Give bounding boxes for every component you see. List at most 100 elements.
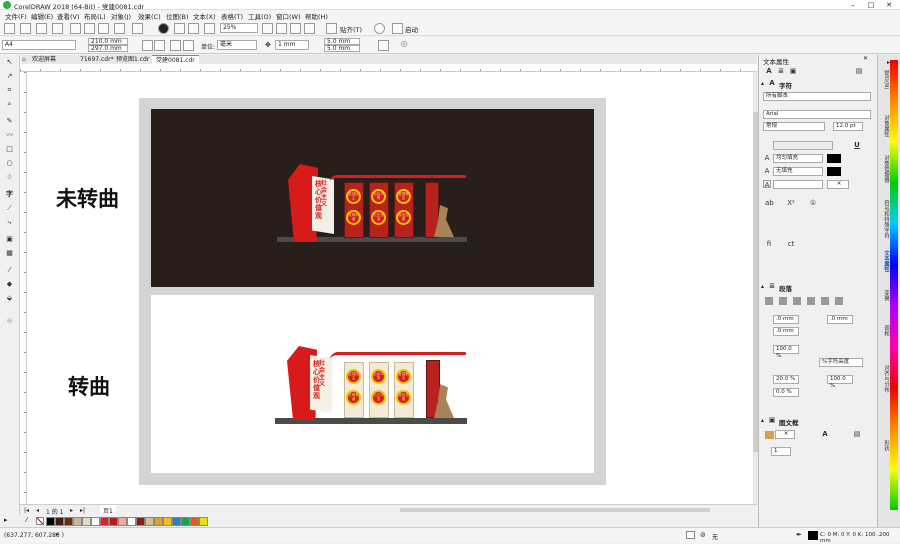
page-width-field[interactable]: 210.0 mm: [88, 38, 128, 45]
zoom-level-select[interactable]: 25%: [220, 23, 258, 33]
right-indent-field[interactable]: .0 mm: [827, 315, 853, 324]
palette-swatch[interactable]: [127, 517, 136, 526]
zoom-tool-icon[interactable]: ⌕: [4, 100, 15, 109]
first-line-indent-field[interactable]: .0 mm: [773, 327, 799, 336]
horizontal-scrollbar[interactable]: [400, 508, 710, 512]
text-tool-icon[interactable]: 字: [4, 190, 15, 199]
palette-swatch[interactable]: [55, 517, 64, 526]
close-icon[interactable]: ✕: [882, 0, 896, 10]
underline-select[interactable]: [773, 141, 833, 150]
home-icon[interactable]: ⌂: [22, 56, 26, 63]
page-height-field[interactable]: 297.0 mm: [88, 45, 128, 52]
palette-swatch[interactable]: [181, 517, 190, 526]
minimize-icon[interactable]: –: [846, 0, 860, 10]
text-fill-select[interactable]: 均匀填充: [773, 154, 823, 163]
ab-icon[interactable]: ab: [765, 199, 774, 207]
char-spacing-field[interactable]: 20.0 %: [773, 375, 799, 384]
drop-shadow-icon[interactable]: ▣: [4, 235, 15, 244]
add-page-icon[interactable]: ⊕: [400, 39, 408, 50]
ellipse-tool-icon[interactable]: ○: [4, 159, 15, 168]
shape-tool-icon[interactable]: ↗: [4, 72, 15, 81]
tab-dangjian0081[interactable]: 党建0081.cdr: [152, 55, 199, 64]
lang-spacing-field[interactable]: 0.0 %: [773, 388, 799, 397]
vertical-align-icon[interactable]: A: [821, 430, 829, 438]
script-select[interactable]: 所有脚本: [763, 92, 871, 101]
palette-swatch[interactable]: [118, 517, 127, 526]
collapse-char-icon[interactable]: ▴: [761, 80, 764, 87]
interactive-fill-icon[interactable]: ◆: [4, 280, 15, 289]
import-icon[interactable]: [174, 23, 185, 34]
sidetab-blend[interactable]: 调和: [881, 325, 890, 336]
maximize-icon[interactable]: □: [864, 0, 878, 10]
export-icon[interactable]: [188, 23, 199, 34]
snap-to-dropdown[interactable]: 贴齐(T): [340, 24, 362, 34]
options-gear-icon[interactable]: [374, 23, 385, 34]
copy-icon[interactable]: [84, 23, 95, 34]
parallel-dimension-icon[interactable]: ⟋: [4, 204, 15, 213]
add-tool-icon[interactable]: ⊕: [4, 317, 15, 326]
crop-tool-icon[interactable]: ⌗: [4, 86, 15, 95]
sidetab-hints[interactable]: 提示(N): [881, 70, 890, 89]
sidetab-symbols[interactable]: 符号和特殊字符: [881, 200, 890, 239]
treat-as-filled-icon[interactable]: [378, 40, 389, 51]
last-page-icon[interactable]: ▸|: [80, 507, 85, 514]
outline-color-swatch[interactable]: ✕: [827, 180, 849, 189]
columns-field[interactable]: 1: [771, 447, 791, 456]
doc-color-icon[interactable]: [686, 531, 695, 539]
cut-icon[interactable]: [70, 23, 81, 34]
show-grid-icon[interactable]: [290, 23, 301, 34]
nudge-distance-field[interactable]: 1 mm: [275, 40, 309, 50]
frame-bg-color[interactable]: [765, 431, 774, 439]
polygon-tool-icon[interactable]: ☆: [4, 173, 15, 182]
palette-swatch[interactable]: [172, 517, 181, 526]
portrait-icon[interactable]: [142, 40, 153, 51]
palette-swatch[interactable]: [199, 517, 208, 526]
save-icon[interactable]: [36, 23, 47, 34]
publish-pdf-icon[interactable]: [204, 23, 215, 34]
eyedropper-icon[interactable]: ⁄: [26, 516, 27, 524]
palette-swatch[interactable]: [190, 517, 199, 526]
bg-fill-color[interactable]: [827, 167, 841, 176]
left-indent-field[interactable]: .0 mm: [773, 315, 799, 324]
alignment-icons[interactable]: [765, 297, 845, 305]
contextual-icon[interactable]: ct: [787, 240, 795, 248]
launch-dropdown[interactable]: 启动: [405, 24, 418, 34]
font-style-select[interactable]: 常规: [763, 122, 825, 131]
color-strip[interactable]: [890, 60, 898, 510]
spacing-unit-select[interactable]: %字符高度: [819, 358, 863, 367]
sidetab-object-manager[interactable]: 对象管理器: [881, 155, 890, 183]
numeral-icon[interactable]: ①: [809, 199, 817, 207]
next-page-icon[interactable]: ▸: [70, 507, 73, 514]
connector-tool-icon[interactable]: ⤷: [4, 218, 15, 227]
palette-swatch[interactable]: [100, 517, 109, 526]
underline-icon[interactable]: U: [853, 141, 861, 149]
page-size-select[interactable]: A4: [2, 40, 76, 50]
font-list[interactable]: Arial: [763, 110, 871, 119]
sidetab-shaping[interactable]: 形状: [881, 440, 890, 451]
duplicate-y-field[interactable]: 5.0 mm: [324, 45, 360, 52]
search-content-icon[interactable]: [158, 23, 169, 34]
duplicate-x-field[interactable]: 5.0 mm: [324, 38, 360, 45]
text-fill-color[interactable]: [827, 154, 841, 163]
snap-icon[interactable]: [326, 23, 337, 34]
open-icon[interactable]: [20, 23, 31, 34]
transparency-icon[interactable]: ▦: [4, 249, 15, 258]
para-spacing-before-field[interactable]: 100.0 %: [773, 345, 799, 359]
landscape-icon[interactable]: [154, 40, 165, 51]
sidetab-align-distribute[interactable]: 对齐与分布: [881, 365, 890, 393]
palette-swatch[interactable]: [46, 517, 55, 526]
palette-swatch[interactable]: [136, 517, 145, 526]
current-page-icon[interactable]: [183, 40, 194, 51]
outline-width-select[interactable]: [773, 180, 823, 189]
redo-icon[interactable]: [132, 23, 143, 34]
prev-page-icon[interactable]: ◂: [36, 507, 39, 514]
palette-swatch[interactable]: [73, 517, 82, 526]
rectangle-tool-icon[interactable]: □: [4, 145, 15, 154]
character-icon[interactable]: A: [765, 67, 773, 75]
first-page-icon[interactable]: |◂: [24, 507, 29, 514]
palette-swatch[interactable]: [91, 517, 100, 526]
collapse-frame-icon[interactable]: ▴: [761, 417, 764, 424]
bg-fill-select[interactable]: 无填充: [773, 167, 823, 176]
show-guidelines-icon[interactable]: [304, 23, 315, 34]
no-color-swatch[interactable]: [36, 517, 44, 525]
